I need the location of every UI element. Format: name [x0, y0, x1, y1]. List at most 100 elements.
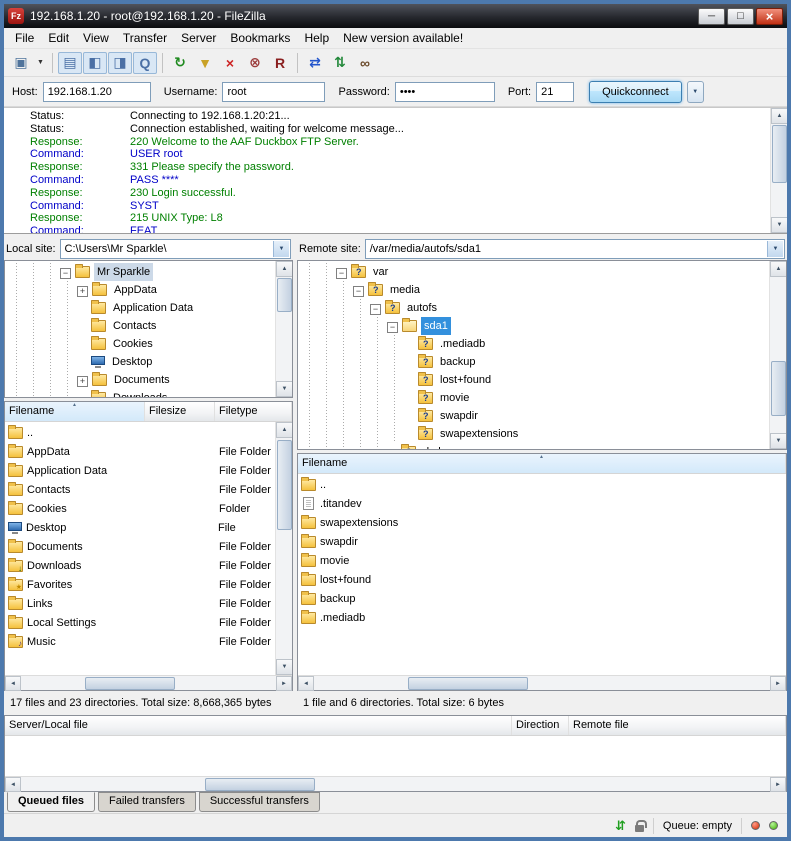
scrollbar-thumb[interactable] [277, 440, 292, 530]
tree-node-autofs[interactable]: −autofs [301, 299, 769, 317]
scroll-down-icon[interactable] [771, 217, 787, 233]
file-row[interactable]: backup [298, 589, 786, 608]
tree-node-mr-sparkle[interactable]: −Mr Sparkle [8, 263, 275, 281]
column-header-direction[interactable]: Direction [512, 716, 569, 735]
toggle-message-log-icon[interactable]: ▤ [58, 52, 82, 74]
column-header-filetype[interactable]: Filetype [215, 402, 292, 421]
scroll-down-icon[interactable] [770, 433, 787, 449]
scroll-left-icon[interactable] [5, 676, 21, 691]
file-row[interactable]: DownloadsFile Folder [5, 556, 292, 575]
remote-tree-scrollbar[interactable] [769, 261, 786, 449]
username-input[interactable] [222, 82, 325, 102]
scrollbar-thumb[interactable] [408, 677, 528, 690]
file-row[interactable]: .. [5, 423, 292, 442]
minimize-button[interactable] [698, 8, 725, 25]
disconnect-icon[interactable]: ⊗ [243, 52, 267, 74]
menu-item-edit[interactable]: Edit [41, 29, 76, 47]
scroll-right-icon[interactable] [276, 676, 292, 691]
menu-item-new-version-available[interactable]: New version available! [336, 29, 470, 47]
tree-node-lost-found[interactable]: lost+found [301, 371, 769, 389]
tree-node-cookies[interactable]: Cookies [8, 335, 275, 353]
collapse-minus-icon[interactable]: − [60, 268, 71, 279]
file-row[interactable]: ContactsFile Folder [5, 480, 292, 499]
titlebar[interactable]: 192.168.1.20 - root@192.168.1.20 - FileZ… [4, 4, 787, 28]
file-row[interactable]: Application DataFile Folder [5, 461, 292, 480]
tree-node-application-data[interactable]: Application Data [8, 299, 275, 317]
site-manager-icon[interactable]: ▣ [9, 52, 33, 74]
file-row[interactable]: MusicFile Folder [5, 632, 292, 651]
local-path-combobox[interactable]: C:\Users\Mr Sparkle\ [60, 239, 291, 259]
local-list-scrollbar[interactable] [275, 422, 292, 675]
scroll-up-icon[interactable] [276, 261, 293, 277]
queue-hscrollbar[interactable] [5, 776, 786, 791]
file-row[interactable]: swapextensions [298, 513, 786, 532]
cancel-icon[interactable]: × [218, 52, 242, 74]
menu-item-server[interactable]: Server [174, 29, 223, 47]
file-row[interactable]: CookiesFolder [5, 499, 292, 518]
port-input[interactable] [536, 82, 574, 102]
tree-node-swapdir[interactable]: swapdir [301, 407, 769, 425]
column-header-filesize[interactable]: Filesize [145, 402, 215, 421]
scroll-left-icon[interactable] [298, 676, 314, 691]
scroll-up-icon[interactable] [770, 261, 787, 277]
tree-node-mediadb[interactable]: .mediadb [301, 335, 769, 353]
scrollbar-thumb[interactable] [205, 778, 315, 791]
collapse-minus-icon[interactable]: − [387, 322, 398, 333]
scroll-left-icon[interactable] [5, 777, 21, 792]
scroll-right-icon[interactable] [770, 676, 786, 691]
message-log-scrollbar[interactable] [770, 108, 787, 233]
menu-item-view[interactable]: View [76, 29, 116, 47]
toggle-local-tree-icon[interactable]: ◧ [83, 52, 107, 74]
menu-item-file[interactable]: File [8, 29, 41, 47]
collapse-minus-icon[interactable]: − [370, 304, 381, 315]
column-header-server-local-file[interactable]: Server/Local file [5, 716, 512, 735]
remote-list-hscrollbar[interactable] [298, 675, 786, 690]
local-tree-scrollbar[interactable] [275, 261, 292, 397]
file-row[interactable]: swapdir [298, 532, 786, 551]
refresh-icon[interactable]: ↻ [168, 52, 192, 74]
chevron-down-icon[interactable] [767, 241, 783, 257]
toggle-queue-icon[interactable]: Q [133, 52, 157, 74]
file-row[interactable]: LinksFile Folder [5, 594, 292, 613]
file-row[interactable]: Local SettingsFile Folder [5, 613, 292, 632]
file-row[interactable]: .. [298, 475, 786, 494]
expand-plus-icon[interactable]: + [77, 376, 88, 387]
tree-node-contacts[interactable]: Contacts [8, 317, 275, 335]
site-manager-dropdown-icon[interactable]: ▼ [34, 52, 47, 74]
local-list-hscrollbar[interactable] [5, 675, 292, 690]
tree-node-backup[interactable]: backup [301, 353, 769, 371]
file-row[interactable]: FavoritesFile Folder [5, 575, 292, 594]
scroll-down-icon[interactable] [276, 381, 293, 397]
tree-node-downloads[interactable]: Downloads [8, 389, 275, 397]
scroll-right-icon[interactable] [770, 777, 786, 792]
tree-node-appdata[interactable]: +AppData [8, 281, 275, 299]
maximize-button[interactable] [727, 8, 754, 25]
menu-item-bookmarks[interactable]: Bookmarks [223, 29, 297, 47]
scrollbar-thumb[interactable] [771, 361, 786, 416]
tree-node-desktop[interactable]: Desktop [8, 353, 275, 371]
tree-node-var[interactable]: −var [301, 263, 769, 281]
menu-item-transfer[interactable]: Transfer [116, 29, 174, 47]
scrollbar-thumb[interactable] [277, 278, 292, 312]
tree-node-media[interactable]: −media [301, 281, 769, 299]
tab-queued-files[interactable]: Queued files [7, 792, 95, 812]
file-row[interactable]: movie [298, 551, 786, 570]
quickconnect-button[interactable]: Quickconnect [589, 81, 682, 103]
toggle-remote-tree-icon[interactable]: ◨ [108, 52, 132, 74]
column-header-filename[interactable]: Filename [5, 402, 145, 421]
file-row[interactable]: lost+found [298, 570, 786, 589]
file-row[interactable]: AppDataFile Folder [5, 442, 292, 461]
scroll-down-icon[interactable] [276, 659, 292, 675]
collapse-minus-icon[interactable]: − [336, 268, 347, 279]
tree-node-documents[interactable]: +Documents [8, 371, 275, 389]
password-input[interactable] [395, 82, 495, 102]
tree-node-swapextensions[interactable]: swapextensions [301, 425, 769, 443]
scroll-up-icon[interactable] [771, 108, 787, 124]
scrollbar-thumb[interactable] [772, 125, 787, 183]
tree-node-dvd[interactable]: dvd [301, 443, 769, 449]
expand-plus-icon[interactable]: + [77, 286, 88, 297]
directory-comparison-icon[interactable]: ⇄ [303, 52, 327, 74]
tab-failed-transfers[interactable]: Failed transfers [98, 792, 196, 812]
file-row[interactable]: .titandev [298, 494, 786, 513]
synchronized-browsing-icon[interactable]: ⇅ [328, 52, 352, 74]
